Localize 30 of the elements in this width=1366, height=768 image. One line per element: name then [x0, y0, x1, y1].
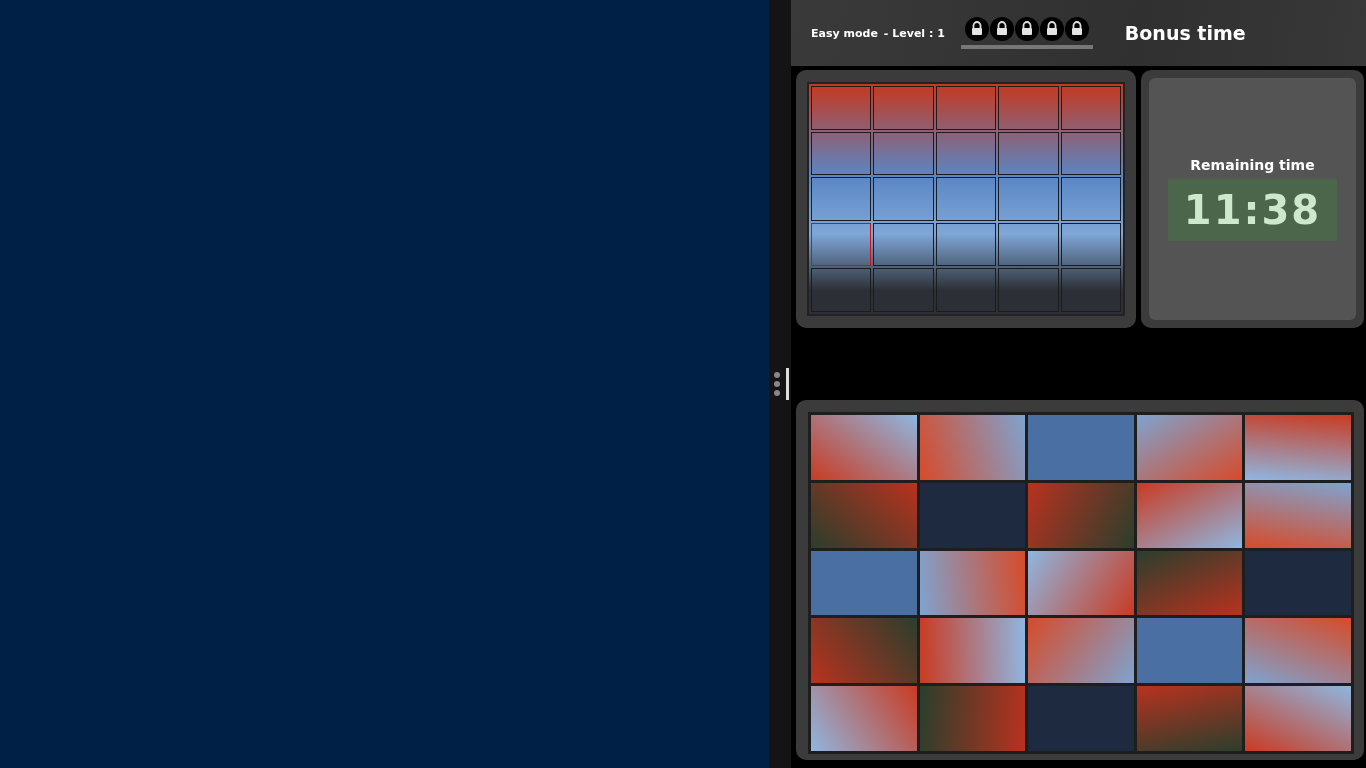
puzzle-slot[interactable] [998, 222, 1059, 267]
puzzle-slot[interactable] [998, 177, 1059, 221]
puzzle-slot[interactable] [935, 86, 997, 130]
puzzle-slot[interactable] [811, 177, 872, 221]
puzzle-piece[interactable] [1136, 618, 1243, 684]
puzzle-slot[interactable] [873, 177, 934, 221]
puzzle-slot[interactable] [873, 222, 934, 267]
puzzle-slot[interactable] [1060, 86, 1121, 130]
puzzle-slot[interactable] [1060, 222, 1121, 267]
puzzle-slot[interactable] [873, 131, 934, 176]
puzzle-slot[interactable] [811, 131, 872, 176]
puzzle-slot[interactable] [873, 86, 934, 130]
puzzle-slot[interactable] [935, 177, 997, 221]
puzzle-slot[interactable] [998, 131, 1059, 176]
bonus-title: Bonus time [1124, 22, 1246, 44]
puzzle-piece[interactable] [811, 550, 917, 616]
timer-label: Remaining time [1190, 157, 1315, 173]
puzzle-slot[interactable] [811, 86, 872, 130]
puzzle-piece[interactable] [919, 550, 1026, 616]
level-label: - Level : 1 [883, 26, 945, 40]
mode-label: Easy mode [811, 26, 878, 40]
puzzle-piece[interactable] [1028, 550, 1134, 616]
timer-display: 11:38 [1167, 179, 1338, 241]
puzzle-slot[interactable] [935, 131, 997, 176]
puzzle-piece[interactable] [1136, 482, 1243, 548]
puzzle-piece[interactable] [919, 618, 1026, 684]
puzzle-slot[interactable] [1060, 177, 1121, 221]
puzzle-slot[interactable] [998, 86, 1059, 130]
puzzle-slot[interactable] [935, 222, 997, 267]
puzzle-slot[interactable] [1060, 131, 1121, 176]
